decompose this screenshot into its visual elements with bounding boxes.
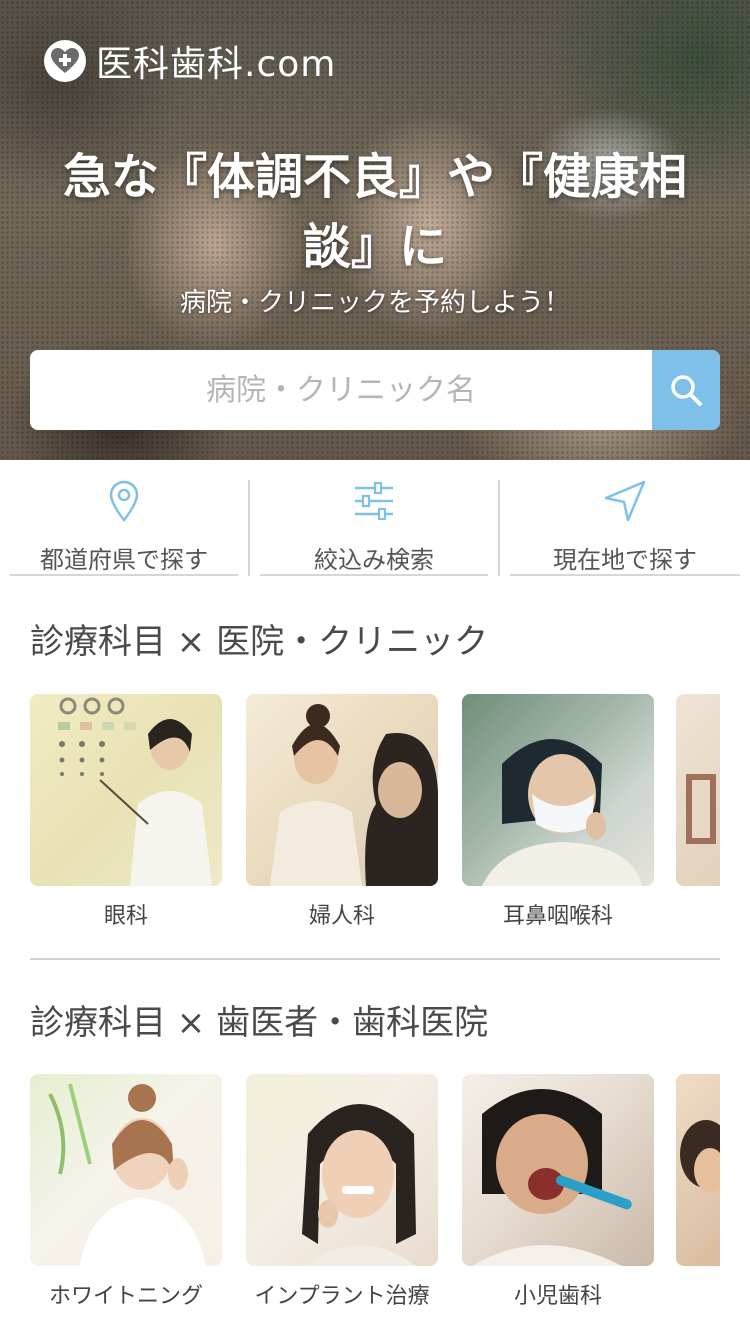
quick-action-label: 現在地で探す	[553, 546, 697, 574]
quick-action-underline	[10, 574, 238, 576]
quick-action-label: 都道府県で探す	[40, 546, 208, 574]
category-image	[676, 1074, 720, 1266]
category-image	[246, 1074, 438, 1266]
map-pin-icon	[108, 480, 140, 522]
search-icon	[671, 375, 702, 406]
logo-text: 医科歯科.com	[96, 44, 337, 85]
category-image	[246, 694, 438, 886]
category-label: 婦人科	[308, 904, 375, 929]
category-label: ホワイトニング	[48, 1284, 203, 1309]
quick-action-underline	[510, 574, 740, 576]
search-current-location-button[interactable]: 現在地で探す	[510, 460, 740, 576]
quick-action-separator	[248, 480, 250, 576]
navigation-arrow-icon	[604, 480, 646, 522]
hero-headline: 急な『体調不良』や『健康相談』に	[62, 149, 687, 275]
category-image	[30, 1074, 222, 1266]
category-label: 眼科	[103, 904, 148, 929]
quick-actions: 都道府県で探す 絞込み検索 現在地で探す	[0, 460, 750, 580]
category-image	[462, 1074, 654, 1266]
quick-action-underline	[260, 574, 488, 576]
section-title-clinics: 診療科目 × 医院・クリニック	[30, 622, 489, 662]
category-label: 小児歯科	[513, 1284, 602, 1309]
category-card[interactable]: 小児歯科	[462, 1074, 654, 1310]
category-label: 耳鼻咽喉科	[502, 904, 613, 929]
category-image	[676, 694, 720, 886]
category-label: インプラント治療	[254, 1284, 430, 1309]
category-image	[462, 694, 654, 886]
category-card[interactable]: 婦人科	[246, 694, 438, 930]
filter-search-button[interactable]: 絞込み検索	[260, 460, 488, 576]
search-by-prefecture-button[interactable]: 都道府県で探す	[10, 460, 238, 576]
quick-action-label: 絞込み検索	[314, 546, 434, 574]
category-card-partial[interactable]	[676, 1074, 720, 1266]
logo-heart-icon	[44, 40, 86, 82]
search-bar	[30, 350, 720, 430]
category-card[interactable]: 眼科	[30, 694, 222, 930]
site-logo[interactable]: 医科歯科.com	[44, 38, 337, 85]
category-image	[30, 694, 222, 886]
quick-action-separator	[498, 480, 500, 576]
hero-banner: 医科歯科.com 急な『体調不良』や『健康相談』に 病院・クリニックを予約しよう…	[0, 0, 750, 460]
hero-subheadline: 病院・クリニックを予約しよう！	[179, 288, 570, 318]
search-button[interactable]	[652, 350, 720, 430]
search-input[interactable]	[30, 350, 652, 430]
section-divider	[30, 958, 720, 960]
category-card[interactable]: インプラント治療	[246, 1074, 438, 1310]
category-card[interactable]: ホワイトニング	[30, 1074, 222, 1310]
section-title-dental: 診療科目 × 歯医者・歯科医院	[30, 1003, 489, 1043]
category-card[interactable]: 耳鼻咽喉科	[462, 694, 654, 930]
sliders-icon	[353, 480, 395, 522]
category-card-partial[interactable]	[676, 694, 720, 886]
